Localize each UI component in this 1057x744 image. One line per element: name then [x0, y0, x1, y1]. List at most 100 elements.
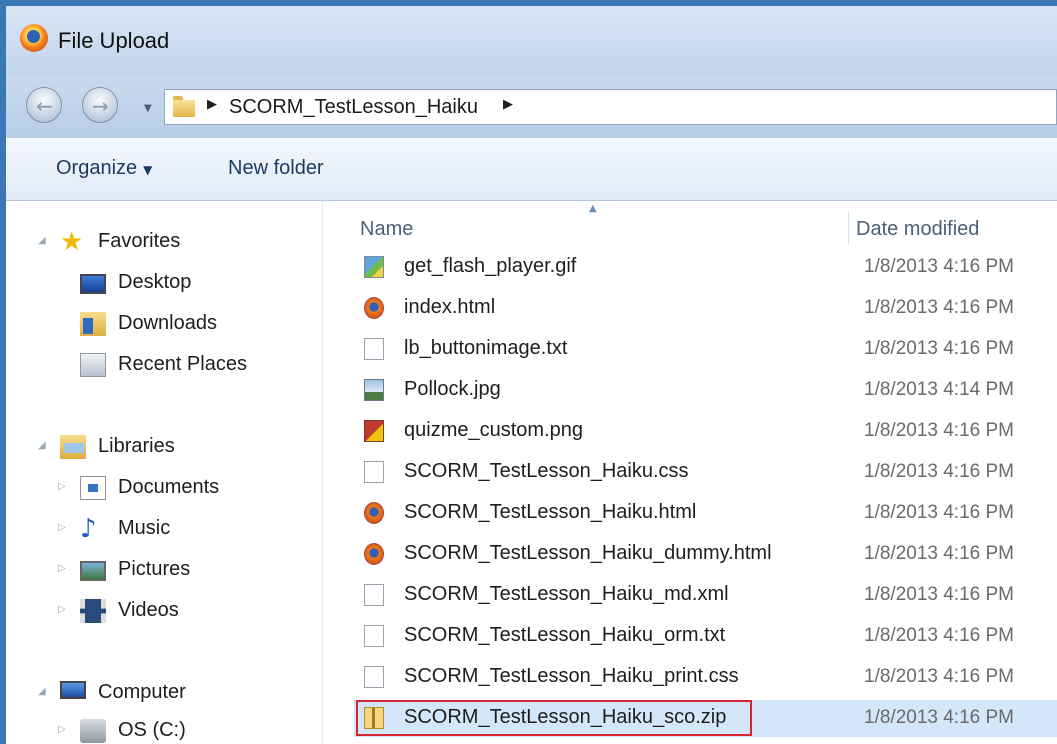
file-name: SCORM_TestLesson_Haiku_sco.zip [404, 706, 727, 728]
file-name: SCORM_TestLesson_Haiku_print.css [404, 665, 739, 687]
file-name: SCORM_TestLesson_Haiku_dummy.html [404, 542, 772, 564]
collapse-arrow-icon[interactable]: ◢ [38, 440, 46, 451]
breadcrumb-separator-icon[interactable]: ▶ [207, 97, 217, 112]
navigation-pane: ◢ ★ Favorites Desktop Downloads Recent P… [6, 201, 322, 744]
expand-arrow-icon[interactable]: ▷ [58, 724, 66, 735]
libraries-icon [60, 435, 86, 459]
file-date: 1/8/2013 4:16 PM [864, 338, 1014, 359]
file-date: 1/8/2013 4:16 PM [864, 707, 1014, 728]
file-date: 1/8/2013 4:16 PM [864, 297, 1014, 318]
sidebar-item-label: Music [118, 517, 171, 539]
file-name: SCORM_TestLesson_Haiku.html [404, 501, 697, 523]
text-file-icon [364, 625, 384, 647]
file-row[interactable]: SCORM_TestLesson_Haiku_orm.txt 1/8/2013 … [354, 618, 1057, 655]
file-row[interactable]: SCORM_TestLesson_Haiku_print.css 1/8/201… [354, 659, 1057, 696]
breadcrumb-item[interactable]: SCORM_TestLesson_Haiku [229, 96, 478, 119]
expand-arrow-icon[interactable]: ▷ [58, 481, 66, 492]
expand-arrow-icon[interactable]: ▷ [58, 604, 66, 615]
sidebar-item-label: Favorites [98, 230, 181, 252]
sidebar-item-label: OS (C:) [118, 719, 186, 741]
file-row[interactable]: SCORM_TestLesson_Haiku.css 1/8/2013 4:16… [354, 454, 1057, 491]
command-toolbar: Organize ▼ New folder [6, 138, 1057, 201]
text-file-icon [364, 461, 384, 483]
file-row[interactable]: lb_buttonimage.txt 1/8/2013 4:16 PM [354, 331, 1057, 368]
firefox-html-icon [364, 543, 384, 565]
file-date: 1/8/2013 4:14 PM [864, 379, 1014, 400]
computer-icon [60, 681, 86, 699]
file-upload-dialog: File Upload ← → ▼ ▶ SCORM_TestLesson_Hai… [0, 0, 1057, 744]
file-name: Pollock.jpg [404, 378, 501, 400]
zip-file-icon [364, 707, 384, 729]
star-icon: ★ [60, 227, 84, 257]
file-row-selected[interactable]: SCORM_TestLesson_Haiku_sco.zip 1/8/2013 … [354, 700, 1057, 737]
column-header-name[interactable]: Name [360, 218, 413, 241]
documents-icon [80, 476, 106, 500]
videos-icon [80, 599, 106, 623]
file-date: 1/8/2013 4:16 PM [864, 666, 1014, 687]
text-file-icon [364, 666, 384, 688]
navigation-bar: ← → ▼ ▶ SCORM_TestLesson_Haiku ▶ [6, 76, 1057, 138]
file-name: lb_buttonimage.txt [404, 337, 568, 359]
file-date: 1/8/2013 4:16 PM [864, 420, 1014, 441]
jpg-file-icon [364, 379, 384, 401]
folder-icon [173, 96, 195, 117]
recent-places-icon [80, 353, 106, 377]
sidebar-item-label: Computer [98, 681, 186, 703]
sidebar-item-label: Recent Places [118, 353, 247, 375]
file-row[interactable]: get_flash_player.gif 1/8/2013 4:16 PM [354, 249, 1057, 286]
title-bar[interactable]: File Upload [6, 6, 1057, 76]
forward-button[interactable]: → [82, 87, 118, 123]
column-divider[interactable] [848, 211, 849, 245]
file-row[interactable]: index.html 1/8/2013 4:16 PM [354, 290, 1057, 327]
png-file-icon [364, 420, 384, 442]
sidebar-item-label: Documents [118, 476, 220, 498]
sidebar-item-label: Libraries [98, 435, 175, 457]
file-date: 1/8/2013 4:16 PM [864, 584, 1014, 605]
file-row[interactable]: SCORM_TestLesson_Haiku_dummy.html 1/8/20… [354, 536, 1057, 573]
sidebar-item-label: Videos [118, 599, 179, 621]
firefox-html-icon [364, 502, 384, 524]
address-bar[interactable]: ▶ SCORM_TestLesson_Haiku ▶ [164, 89, 1057, 125]
recent-locations-dropdown[interactable]: ▼ [144, 103, 152, 114]
expand-arrow-icon[interactable]: ▷ [58, 563, 66, 574]
file-date: 1/8/2013 4:16 PM [864, 256, 1014, 277]
pictures-icon [80, 561, 106, 581]
downloads-folder-icon [80, 312, 106, 336]
firefox-icon [20, 24, 48, 52]
text-file-icon [364, 584, 384, 606]
window-title: File Upload [58, 28, 170, 53]
collapse-arrow-icon[interactable]: ◢ [38, 235, 46, 246]
expand-arrow-icon[interactable]: ▷ [58, 522, 66, 533]
drive-icon [80, 719, 106, 743]
desktop-icon [80, 274, 106, 294]
back-arrow-icon: ← [36, 94, 53, 118]
file-name: SCORM_TestLesson_Haiku.css [404, 460, 689, 482]
pane-divider[interactable] [322, 201, 323, 744]
file-date: 1/8/2013 4:16 PM [864, 543, 1014, 564]
organize-label: Organize [56, 157, 138, 179]
image-file-icon [364, 256, 384, 278]
collapse-arrow-icon[interactable]: ◢ [38, 686, 46, 697]
organize-button[interactable]: Organize ▼ [56, 157, 152, 180]
file-row[interactable]: SCORM_TestLesson_Haiku.html 1/8/2013 4:1… [354, 495, 1057, 532]
breadcrumb-separator-icon[interactable]: ▶ [503, 97, 513, 112]
forward-arrow-icon: → [92, 94, 109, 118]
sort-ascending-icon: ▲ [589, 203, 597, 214]
file-date: 1/8/2013 4:16 PM [864, 461, 1014, 482]
file-row[interactable]: SCORM_TestLesson_Haiku_md.xml 1/8/2013 4… [354, 577, 1057, 614]
sidebar-item-label: Pictures [118, 558, 191, 580]
sidebar-item-label: Desktop [118, 271, 192, 293]
file-row[interactable]: quizme_custom.png 1/8/2013 4:16 PM [354, 413, 1057, 450]
sidebar-item-label: Downloads [118, 312, 217, 334]
column-header-date-modified[interactable]: Date modified [856, 218, 979, 241]
back-button[interactable]: ← [26, 87, 62, 123]
file-date: 1/8/2013 4:16 PM [864, 625, 1014, 646]
file-name: index.html [404, 296, 496, 318]
file-name: get_flash_player.gif [404, 255, 577, 277]
text-file-icon [364, 338, 384, 360]
firefox-html-icon [364, 297, 384, 319]
file-date: 1/8/2013 4:16 PM [864, 502, 1014, 523]
new-folder-button[interactable]: New folder [228, 157, 324, 180]
file-row[interactable]: Pollock.jpg 1/8/2013 4:14 PM [354, 372, 1057, 409]
file-name: quizme_custom.png [404, 419, 583, 441]
